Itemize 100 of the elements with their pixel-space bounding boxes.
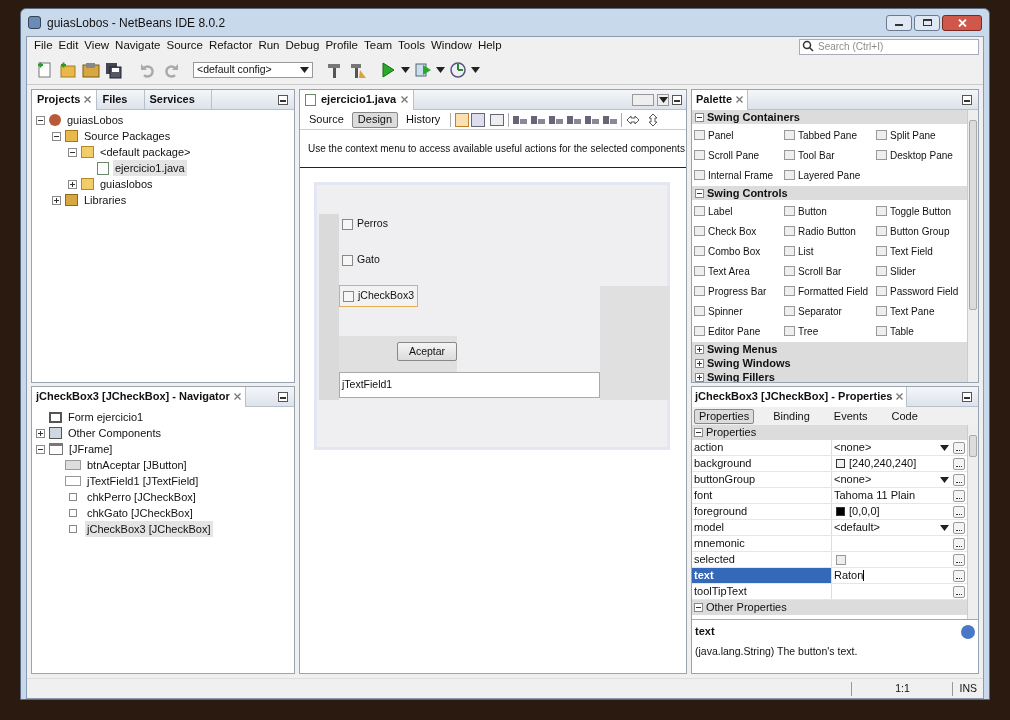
ellipsis-button[interactable] [953, 505, 965, 518]
collapse-icon[interactable] [36, 115, 45, 125]
menu-item[interactable]: Edit [55, 37, 82, 55]
menu-item[interactable]: View [81, 37, 113, 55]
form-checkbox[interactable]: jCheckBox3 [339, 285, 419, 307]
checkbox[interactable] [836, 554, 846, 565]
dropdown-caret-icon[interactable] [940, 524, 949, 531]
expand-icon[interactable] [36, 428, 45, 438]
navigator-node[interactable]: jTextField1 [JTextField] [85, 472, 201, 490]
component-entry[interactable]: List [782, 241, 874, 261]
component-entry[interactable]: Label [692, 201, 782, 221]
component-entry[interactable]: Scroll Bar [782, 261, 874, 281]
menu-item[interactable]: Help [474, 37, 505, 55]
ellipsis-button[interactable] [953, 521, 965, 534]
menu-item[interactable]: Run [255, 37, 283, 55]
menu-item[interactable]: Source [163, 37, 206, 55]
maximize-button[interactable] [914, 14, 940, 31]
text-field[interactable]: jTextField1 [339, 372, 600, 398]
component-entry[interactable]: Text Field [874, 241, 966, 261]
property-name[interactable]: selected [692, 552, 832, 567]
properties-tab[interactable]: Events [828, 408, 873, 424]
component-entry[interactable]: Radio Button [782, 221, 874, 241]
ellipsis-button[interactable] [953, 473, 965, 486]
minimize-icon[interactable] [962, 94, 972, 105]
property-name[interactable]: model [692, 520, 832, 535]
editor-tab[interactable]: ejercicio1.java [300, 89, 415, 110]
project-node[interactable]: <default package> [98, 143, 193, 161]
menu-item[interactable]: Profile [322, 37, 361, 55]
component-entry[interactable]: Progress Bar [692, 281, 782, 301]
properties-tab[interactable]: Code [886, 408, 923, 424]
property-name[interactable]: action [692, 440, 832, 455]
component-entry[interactable]: Tree [782, 321, 874, 341]
ellipsis-button[interactable] [953, 457, 965, 470]
component-entry[interactable]: Table [874, 321, 966, 341]
minimize-icon[interactable] [278, 94, 288, 105]
checkbox[interactable] [342, 254, 353, 266]
minimize-icon[interactable] [278, 391, 288, 402]
close-icon[interactable] [896, 393, 904, 400]
dropdown-caret-icon[interactable] [436, 66, 445, 73]
collapse-icon[interactable] [694, 603, 703, 612]
component-entry[interactable]: Tabbed Pane [782, 125, 874, 145]
section-header[interactable]: Properties [692, 425, 967, 440]
menu-item[interactable]: Tools [395, 37, 428, 55]
component-entry[interactable]: Internal Frame [692, 165, 782, 185]
minimize-button[interactable] [886, 14, 912, 31]
property-name[interactable]: background [692, 456, 832, 471]
navigator-node[interactable]: chkPerro [JCheckBox] [85, 488, 198, 506]
form-checkbox[interactable]: Gato [339, 249, 383, 271]
close-icon[interactable] [736, 96, 744, 103]
project-node[interactable]: ejercicio1.java [113, 159, 187, 177]
component-entry[interactable]: Separator [782, 301, 874, 321]
close-icon[interactable] [233, 393, 241, 400]
minimize-icon[interactable] [962, 391, 972, 402]
properties-tab[interactable]: Properties [694, 408, 755, 424]
component-entry[interactable]: Check Box [692, 221, 782, 241]
view-tab[interactable]: Design [351, 111, 399, 128]
component-entry[interactable]: Password Field [874, 281, 966, 301]
expand-icon[interactable] [695, 344, 704, 354]
window-tab[interactable]: jCheckBox3 [JCheckBox] - Navigator [32, 386, 246, 407]
property-name[interactable]: buttonGroup [692, 472, 832, 487]
property-input[interactable]: Raton [834, 567, 949, 584]
navigator-node[interactable]: [JFrame] [67, 440, 115, 458]
component-entry[interactable]: Split Pane [874, 125, 966, 145]
view-tab[interactable]: Source [303, 111, 350, 128]
form-checkbox[interactable]: Perros [339, 213, 391, 235]
menu-item[interactable]: Team [361, 37, 396, 55]
ellipsis-button[interactable] [953, 585, 965, 598]
project-node[interactable]: guiaslobos [98, 175, 155, 193]
property-name[interactable]: toolTipText [692, 584, 832, 599]
property-name[interactable]: font [692, 488, 832, 503]
section-header[interactable]: Other Properties [692, 600, 967, 615]
project-node[interactable]: Source Packages [82, 127, 173, 145]
property-value[interactable]: <none> [834, 471, 936, 488]
search-field[interactable]: Search (Ctrl+I) [799, 38, 979, 55]
dropdown-caret-icon[interactable] [401, 66, 410, 73]
navigator-node[interactable]: btnAceptar [JButton] [85, 456, 189, 474]
resize-horizontal-icon[interactable] [626, 114, 641, 125]
collapse-icon[interactable] [695, 112, 704, 122]
window-tab[interactable]: Palette [692, 90, 749, 110]
checkbox[interactable] [342, 218, 353, 230]
dropdown-caret-icon[interactable] [940, 444, 949, 451]
property-value[interactable]: <default> [834, 519, 936, 536]
view-tab[interactable]: History [400, 111, 447, 128]
ellipsis-button[interactable] [953, 553, 965, 566]
close-icon[interactable] [401, 96, 409, 103]
property-name[interactable]: foreground [692, 504, 832, 519]
component-entry[interactable]: Tool Bar [782, 145, 874, 165]
window-tab[interactable]: Files [97, 89, 145, 110]
component-entry[interactable]: Panel [692, 125, 782, 145]
property-value[interactable]: Tahoma 11 Plain [834, 487, 949, 504]
component-entry[interactable]: Text Area [692, 261, 782, 281]
expand-icon[interactable] [695, 372, 704, 382]
palette-category[interactable]: Swing Windows [692, 356, 967, 370]
palette-category[interactable]: Swing Controls [692, 186, 967, 200]
profile-icon[interactable] [448, 59, 468, 80]
menu-item[interactable]: File [31, 37, 56, 55]
menu-item[interactable]: Navigate [112, 37, 164, 55]
dropdown-caret-icon[interactable] [940, 476, 949, 483]
resize-vertical-icon[interactable] [648, 112, 659, 127]
navigator-node[interactable]: jCheckBox3 [JCheckBox] [85, 520, 213, 538]
